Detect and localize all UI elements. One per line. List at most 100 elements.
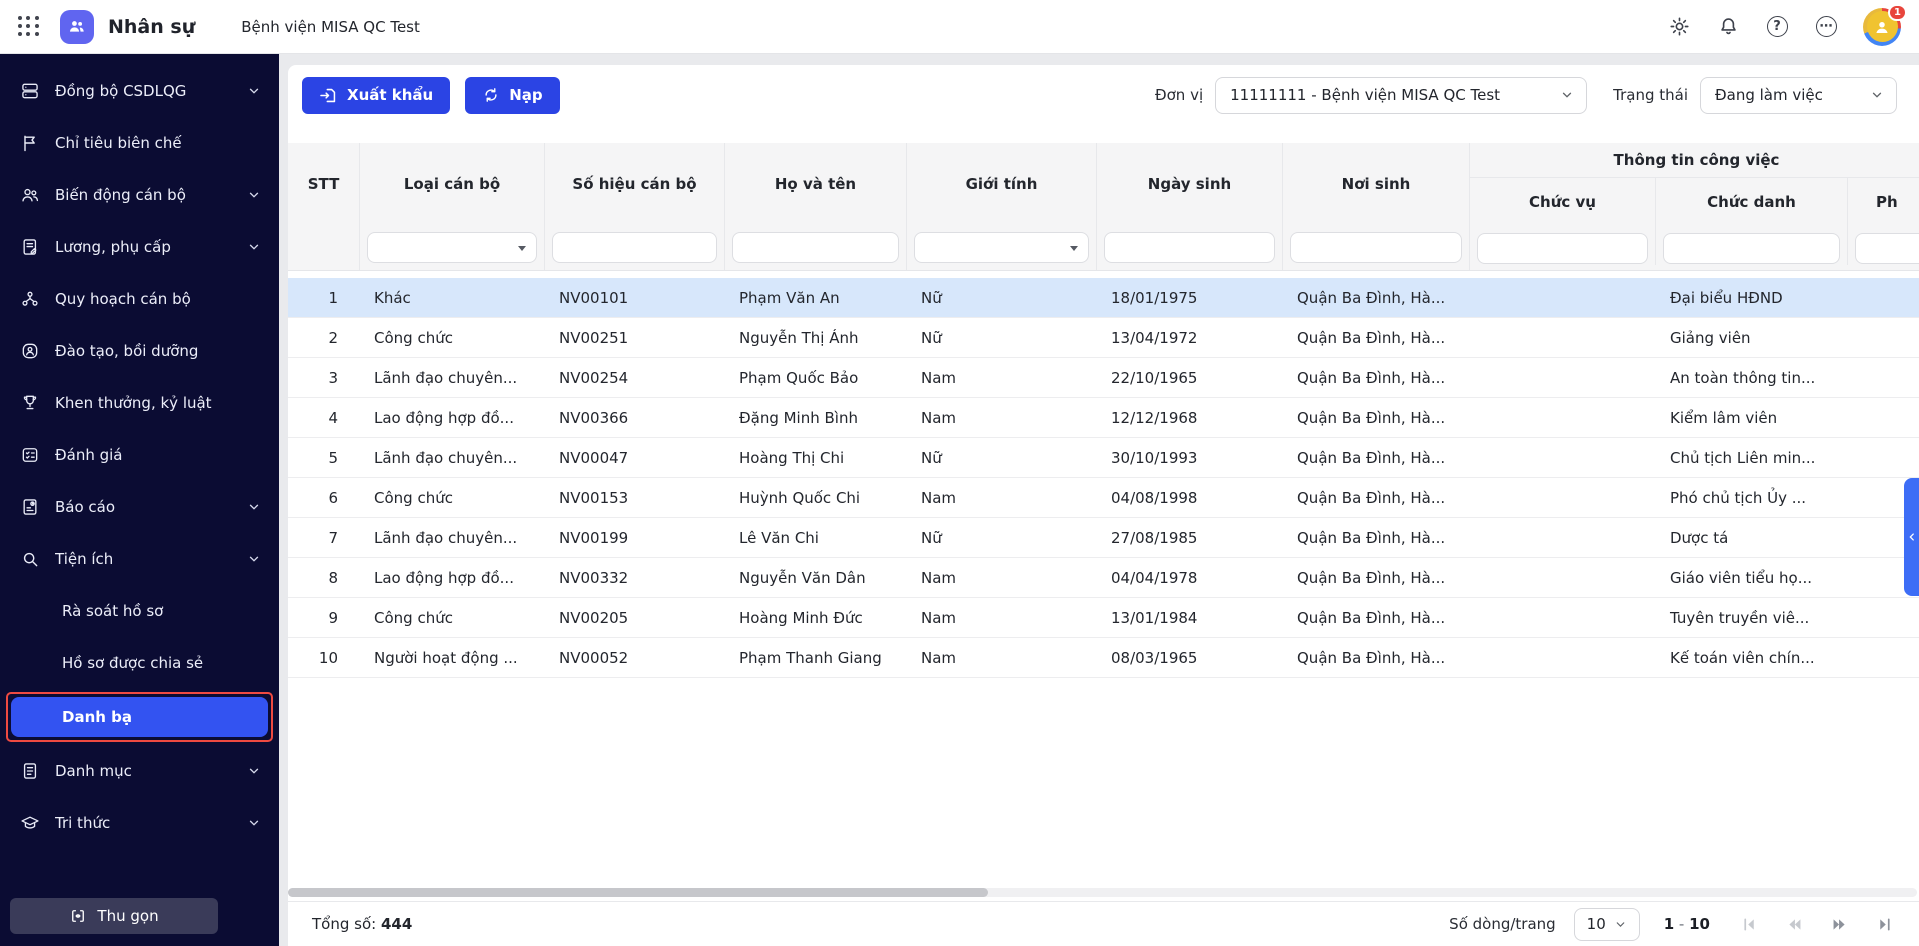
column-header-ngay-sinh[interactable]: Ngày sinh [1097,143,1282,224]
sidebar-collapse-button[interactable]: Thu gọn [10,898,218,934]
flag-icon [20,133,40,153]
column-header-stt[interactable]: STT [288,143,359,224]
sidebar-item-chi-tieu-bien-che[interactable]: Chỉ tiêu biên chế [0,117,279,169]
horizontal-scrollbar-thumb[interactable] [288,888,988,897]
people-icon [20,185,40,205]
table-row[interactable]: 6 Công chức NV00153 Huỳnh Quốc Chi Nam 0… [288,478,1919,518]
total-label: Tổng số: [312,915,376,933]
sidebar-item-label: Báo cáo [55,498,247,516]
sidebar-item-dong-bo-csdlqg[interactable]: Đồng bộ CSDLQG [0,65,279,117]
unit-select[interactable]: 11111111 - Bệnh viện MISA QC Test [1215,77,1587,114]
help-icon[interactable]: ? [1765,15,1789,39]
notifications-bell-icon[interactable] [1716,15,1740,39]
table-row[interactable]: 8 Lao động hợp đồ... NV00332 Nguyễn Văn … [288,558,1919,598]
filter-loai-can-bo[interactable] [367,232,537,263]
cell-phong-ban [1848,278,1919,317]
column-header-noi-sinh[interactable]: Nơi sinh [1283,143,1469,224]
column-header-chuc-danh[interactable]: Chức danh [1656,178,1848,225]
range-separator: - [1679,915,1684,933]
pagination [1740,915,1893,933]
table-row[interactable]: 3 Lãnh đạo chuyên... NV00254 Phạm Quốc B… [288,358,1919,398]
cell-stt: 1 [288,278,360,317]
sidebar-item-label: Đồng bộ CSDLQG [55,82,247,100]
page-size-select[interactable]: 10 [1574,908,1640,941]
next-page-icon[interactable] [1830,915,1848,933]
column-header-chuc-vu[interactable]: Chức vụ [1470,178,1656,225]
table-row[interactable]: 4 Lao động hợp đồ... NV00366 Đặng Minh B… [288,398,1919,438]
filter-phong-ban[interactable] [1855,233,1919,264]
sidebar-item-danh-muc[interactable]: Danh mục [0,745,279,797]
sidebar-item-label: Khen thưởng, kỷ luật [55,394,261,412]
sidebar-item-quy-hoach-can-bo[interactable]: Quy hoạch cán bộ [0,273,279,325]
load-button[interactable]: Nạp [465,77,559,114]
cell-chuc-danh: Đại biểu HĐND [1656,278,1848,317]
settings-gear-icon[interactable] [1667,15,1691,39]
table-row[interactable]: 2 Công chức NV00251 Nguyễn Thị Ánh Nữ 13… [288,318,1919,358]
column-header-so-hieu-can-bo[interactable]: Số hiệu cán bộ [545,143,724,224]
cell-gioi-tinh: Nam [907,638,1097,677]
filter-chuc-vu[interactable] [1477,233,1648,264]
sidebar-item-danh-gia[interactable]: Đánh giá [0,429,279,481]
column-header-loai-can-bo[interactable]: Loại cán bộ [360,143,544,224]
cell-chuc-vu [1470,598,1656,637]
range-end: 10 [1689,915,1710,933]
person-icon [1872,17,1892,37]
sidebar-item-tien-ich[interactable]: Tiện ích [0,533,279,585]
sidebar-item-tri-thuc[interactable]: Tri thức [0,797,279,849]
column-header-phong-ban[interactable]: Ph [1848,178,1919,225]
cell-stt: 7 [288,518,360,557]
app-logo-icon[interactable] [60,10,94,44]
column-header-ho-va-ten[interactable]: Họ và tên [725,143,906,224]
filter-ngay-sinh[interactable] [1104,232,1275,263]
cell-noi-sinh: Quận Ba Đình, Hà... [1283,638,1470,677]
cell-stt: 6 [288,478,360,517]
filter-ho-va-ten[interactable] [732,232,899,263]
load-label: Nạp [509,86,542,104]
column-header-gioi-tinh[interactable]: Giới tính [907,143,1096,224]
collapse-label: Thu gọn [97,907,158,925]
cell-chuc-danh: Phó chủ tịch Ủy ... [1656,478,1848,517]
table-row[interactable]: 9 Công chức NV00205 Hoàng Minh Đức Nam 1… [288,598,1919,638]
sidebar-item-label: Đào tạo, bồi dưỡng [55,342,261,360]
first-page-icon[interactable] [1740,915,1758,933]
cell-noi-sinh: Quận Ba Đình, Hà... [1283,518,1470,557]
sidebar-subitem-ra-soat-ho-so[interactable]: Rà soát hồ sơ [0,585,279,637]
notification-badge: 1 [1888,4,1907,21]
sidebar-subitem-danh-ba[interactable]: Danh bạ [11,697,268,737]
sidebar-item-bien-dong-can-bo[interactable]: Biến động cán bộ [0,169,279,221]
cell-noi-sinh: Quận Ba Đình, Hà... [1283,558,1470,597]
sidebar-item-luong-phu-cap[interactable]: Lương, phụ cấp [0,221,279,273]
previous-page-icon[interactable] [1785,915,1803,933]
sidebar-item-label: Tri thức [55,814,247,832]
filter-noi-sinh[interactable] [1290,232,1462,263]
cell-noi-sinh: Quận Ba Đình, Hà... [1283,398,1470,437]
table-row[interactable]: 1 Khác NV00101 Phạm Văn An Nữ 18/01/1975… [288,278,1919,318]
sidebar-subitem-ho-so-duoc-chia-se[interactable]: Hồ sơ được chia sẻ [0,637,279,689]
filter-gioi-tinh[interactable] [914,232,1089,263]
cell-so-hieu-can-bo: NV00153 [545,478,725,517]
cell-phong-ban [1848,598,1919,637]
status-select[interactable]: Đang làm việc [1700,77,1897,114]
table-row[interactable]: 5 Lãnh đạo chuyên... NV00047 Hoàng Thị C… [288,438,1919,478]
more-options-icon[interactable]: ⋯ [1814,15,1838,39]
cell-ngay-sinh: 22/10/1965 [1097,358,1283,397]
filter-chuc-danh[interactable] [1663,233,1840,264]
side-panel-expand-tab[interactable] [1904,478,1919,596]
sidebar-item-khen-thuong-ky-luat[interactable]: Khen thưởng, kỷ luật [0,377,279,429]
chevron-down-icon [247,552,261,566]
apps-grid-icon[interactable] [18,16,40,38]
group-header-thong-tin-cong-viec: Thông tin công việc [1470,143,1919,178]
page-range: 1 - 10 [1664,915,1710,933]
last-page-icon[interactable] [1875,915,1893,933]
sidebar-item-bao-cao[interactable]: Báo cáo [0,481,279,533]
cell-stt: 2 [288,318,360,357]
sidebar-item-dao-tao-boi-duong[interactable]: Đào tạo, bồi dưỡng [0,325,279,377]
cell-loai-can-bo: Khác [360,278,545,317]
list-document-icon [20,761,40,781]
table-row[interactable]: 7 Lãnh đạo chuyên... NV00199 Lê Văn Chi … [288,518,1919,558]
export-button[interactable]: Xuất khẩu [302,77,450,114]
cell-chuc-vu [1470,518,1656,557]
table-row[interactable]: 10 Người hoạt động ... NV00052 Phạm Than… [288,638,1919,678]
filter-so-hieu-can-bo[interactable] [552,232,717,263]
cell-ho-va-ten: Phạm Văn An [725,278,907,317]
